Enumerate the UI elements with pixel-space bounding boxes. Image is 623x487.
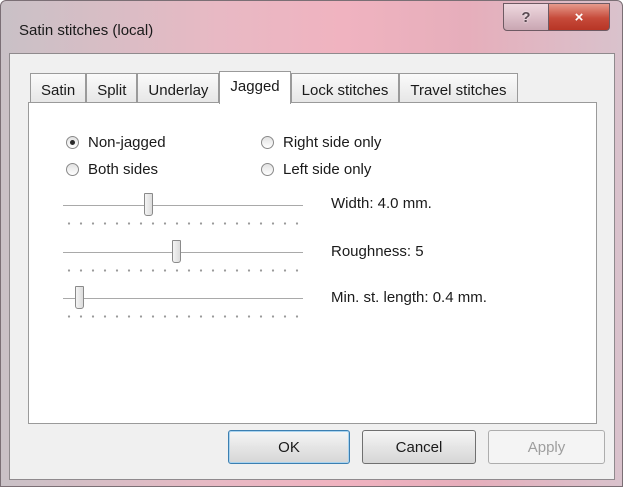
- cancel-button[interactable]: Cancel: [362, 430, 476, 464]
- roughness-slider[interactable]: [63, 240, 303, 280]
- min-stitch-length-label: Min. st. length: 0.4 mm.: [331, 289, 487, 306]
- close-icon: ×: [574, 8, 584, 26]
- radio-label: Right side only: [283, 134, 382, 151]
- slider-ticks: [63, 222, 303, 225]
- tab-split[interactable]: Split: [86, 73, 138, 103]
- radio-right-side-only[interactable]: Right side only: [261, 134, 381, 151]
- close-button[interactable]: ×: [548, 3, 610, 31]
- radio-button-icon: [261, 136, 274, 149]
- radio-label: Left side only: [283, 161, 372, 178]
- slider-thumb[interactable]: [144, 193, 153, 216]
- min-stitch-length-slider[interactable]: [63, 286, 303, 326]
- radio-label: Non-jagged: [88, 134, 166, 151]
- slider-thumb[interactable]: [172, 240, 181, 263]
- tab-strip: Satin Split Underlay Jagged Lock stitche…: [30, 71, 518, 104]
- jagged-tab-panel: Non-jagged Right side only Both sides Le…: [28, 102, 597, 424]
- radio-left-side-only[interactable]: Left side only: [261, 161, 371, 178]
- tab-travel-stitches[interactable]: Travel stitches: [399, 73, 518, 103]
- width-slider[interactable]: [63, 193, 303, 233]
- dialog-window: Satin stitches (local) ? × Satin Split U…: [0, 0, 623, 487]
- window-title: Satin stitches (local): [19, 22, 154, 39]
- slider-track: [63, 298, 303, 300]
- radio-both-sides[interactable]: Both sides: [66, 161, 158, 178]
- tab-lock-stitches[interactable]: Lock stitches: [290, 73, 400, 103]
- tab-satin[interactable]: Satin: [30, 73, 87, 103]
- title-bar[interactable]: Satin stitches (local) ? ×: [1, 1, 622, 53]
- radio-button-icon: [66, 163, 79, 176]
- radio-button-icon: [261, 163, 274, 176]
- slider-track: [63, 252, 303, 254]
- roughness-label: Roughness: 5: [331, 243, 424, 260]
- dialog-client-area: Satin Split Underlay Jagged Lock stitche…: [9, 53, 615, 480]
- tab-jagged[interactable]: Jagged: [219, 71, 291, 104]
- radio-selected-dot: [70, 140, 75, 145]
- slider-ticks: [63, 315, 303, 318]
- radio-button-icon: [66, 136, 79, 149]
- radio-label: Both sides: [88, 161, 159, 178]
- help-icon: ?: [521, 8, 531, 26]
- slider-thumb[interactable]: [75, 286, 84, 309]
- help-button[interactable]: ?: [503, 3, 549, 31]
- radio-non-jagged[interactable]: Non-jagged: [66, 134, 166, 151]
- slider-ticks: [63, 269, 303, 272]
- apply-button[interactable]: Apply: [488, 430, 605, 464]
- ok-button[interactable]: OK: [228, 430, 350, 464]
- width-label: Width: 4.0 mm.: [331, 195, 432, 212]
- slider-track: [63, 205, 303, 207]
- tab-underlay[interactable]: Underlay: [137, 73, 220, 103]
